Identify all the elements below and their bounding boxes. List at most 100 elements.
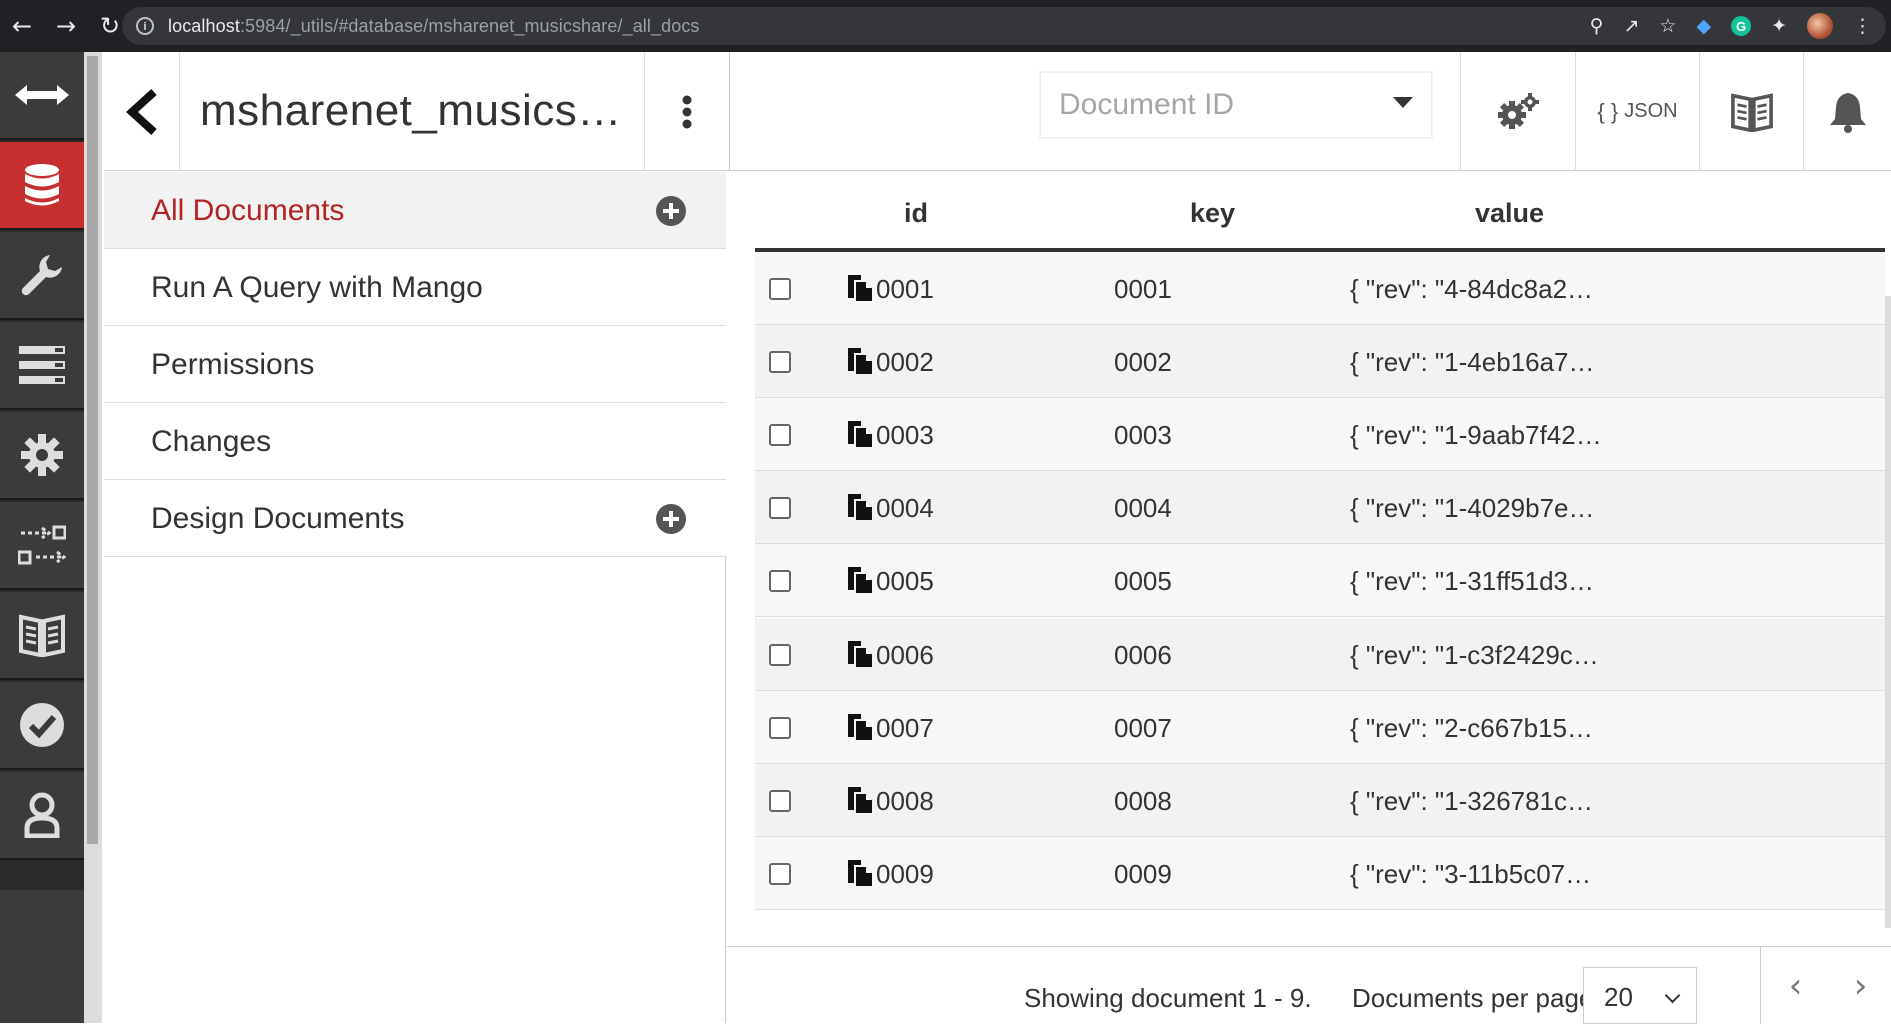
json-label: JSON bbox=[1624, 100, 1678, 122]
table-row[interactable]: 0007 0007 { "rev": "2-c667b15… bbox=[755, 691, 1885, 764]
table-row[interactable]: 0003 0003 { "rev": "1-9aab7f42… bbox=[755, 398, 1885, 471]
cell-id[interactable]: 0002 bbox=[876, 347, 934, 378]
cell-key: 0001 bbox=[1114, 274, 1172, 304]
cell-id[interactable]: 0008 bbox=[876, 786, 934, 817]
per-page-select[interactable]: 20 bbox=[1583, 967, 1697, 1024]
row-checkbox[interactable] bbox=[769, 644, 791, 666]
cell-key: 0004 bbox=[1114, 493, 1172, 523]
nav-replication[interactable] bbox=[0, 502, 84, 590]
collapse-nav-button[interactable] bbox=[0, 52, 84, 140]
grammarly-icon[interactable]: G bbox=[1731, 16, 1752, 36]
nav-databases[interactable] bbox=[0, 142, 84, 230]
per-page-value: 20 bbox=[1604, 982, 1633, 1012]
table-row[interactable]: 0002 0002 { "rev": "1-4eb16a7… bbox=[755, 325, 1885, 398]
zoom-icon[interactable]: ⚲ bbox=[1590, 15, 1604, 37]
docs-book-icon bbox=[1730, 92, 1773, 132]
column-header-id[interactable]: id bbox=[904, 198, 928, 229]
nav-verify[interactable] bbox=[0, 682, 84, 770]
caret-down-icon[interactable] bbox=[1393, 97, 1413, 108]
bookmark-star-icon[interactable]: ☆ bbox=[1659, 15, 1676, 37]
table-row[interactable]: 0008 0008 { "rev": "1-326781c… bbox=[755, 764, 1885, 837]
cell-value: { "rev": "1-4029b7e… bbox=[1350, 493, 1595, 523]
browser-menu-icon[interactable]: ⋮ bbox=[1853, 15, 1872, 37]
nav-documentation[interactable] bbox=[0, 592, 84, 680]
site-info-icon[interactable]: i bbox=[136, 17, 154, 35]
rail-scrollbar[interactable] bbox=[87, 56, 98, 844]
cell-value: { "rev": "3-11b5c07… bbox=[1350, 859, 1592, 889]
row-checkbox[interactable] bbox=[769, 351, 791, 373]
sidebar-item-label: All Documents bbox=[151, 194, 345, 227]
forward-arrow-icon[interactable]: → bbox=[44, 0, 88, 52]
copy-document-icon[interactable] bbox=[847, 786, 873, 814]
chevron-down-icon bbox=[1664, 987, 1681, 1004]
url-text[interactable]: localhost:5984/_utils/#database/msharene… bbox=[168, 16, 700, 37]
back-arrow-icon[interactable]: ← bbox=[0, 0, 44, 52]
row-checkbox[interactable] bbox=[769, 497, 791, 519]
table-row[interactable]: 0006 0006 { "rev": "1-c3f2429c… bbox=[755, 618, 1885, 691]
copy-document-icon[interactable] bbox=[847, 493, 873, 521]
profile-avatar[interactable] bbox=[1807, 13, 1833, 39]
sidebar-item-design-documents[interactable]: Design Documents bbox=[104, 480, 726, 557]
cell-id[interactable]: 0007 bbox=[876, 713, 934, 744]
sidebar-item-changes[interactable]: Changes bbox=[104, 403, 726, 480]
table-scrollbar[interactable] bbox=[1885, 296, 1891, 928]
api-docs-button[interactable] bbox=[1699, 52, 1803, 171]
copy-document-icon[interactable] bbox=[847, 274, 873, 302]
cell-id[interactable]: 0003 bbox=[876, 420, 934, 451]
nav-setup[interactable] bbox=[0, 232, 84, 320]
database-options-button[interactable] bbox=[644, 52, 730, 171]
document-id-dropdown[interactable] bbox=[1040, 72, 1432, 138]
column-header-value[interactable]: value bbox=[1475, 198, 1544, 229]
gears-icon bbox=[1498, 92, 1539, 129]
cell-id[interactable]: 0001 bbox=[876, 274, 934, 305]
cell-value: { "rev": "1-9aab7f42… bbox=[1350, 420, 1602, 450]
table-row[interactable]: 0004 0004 { "rev": "1-4029b7e… bbox=[755, 471, 1885, 544]
next-page-button[interactable]: › bbox=[1830, 947, 1891, 1024]
copy-document-icon[interactable] bbox=[847, 347, 873, 375]
row-checkbox[interactable] bbox=[769, 790, 791, 812]
nav-config[interactable] bbox=[0, 412, 84, 500]
nav-active-tasks[interactable] bbox=[0, 322, 84, 410]
json-braces: { } bbox=[1597, 98, 1619, 124]
column-header-key[interactable]: key bbox=[1190, 198, 1235, 229]
previous-page-button[interactable]: ‹ bbox=[1760, 947, 1830, 1024]
cell-key: 0009 bbox=[1114, 859, 1172, 889]
table-row[interactable]: 0009 0009 { "rev": "3-11b5c07… bbox=[755, 837, 1885, 910]
collapse-arrows-icon bbox=[15, 85, 69, 105]
sidebar-item-label: Changes bbox=[151, 425, 272, 458]
add-design-doc-icon[interactable] bbox=[656, 504, 686, 534]
json-view-button[interactable]: { } JSON bbox=[1575, 52, 1699, 171]
cell-id[interactable]: 0005 bbox=[876, 566, 934, 597]
row-checkbox[interactable] bbox=[769, 278, 791, 300]
sidebar-item-all-documents[interactable]: All Documents bbox=[104, 172, 726, 249]
table-settings-button[interactable] bbox=[1460, 52, 1575, 171]
document-id-input[interactable] bbox=[1059, 83, 1379, 127]
copy-document-icon[interactable] bbox=[847, 640, 873, 668]
extension-gem-icon[interactable]: ◆ bbox=[1696, 15, 1711, 37]
back-button[interactable] bbox=[104, 52, 180, 171]
row-checkbox[interactable] bbox=[769, 424, 791, 446]
add-document-icon[interactable] bbox=[656, 196, 686, 226]
cell-id[interactable]: 0004 bbox=[876, 493, 934, 524]
cell-id[interactable]: 0006 bbox=[876, 640, 934, 671]
row-checkbox[interactable] bbox=[769, 863, 791, 885]
share-icon[interactable]: ↗ bbox=[1623, 15, 1639, 37]
sidebar-item-mango-query[interactable]: Run A Query with Mango bbox=[104, 249, 726, 326]
table-row[interactable]: 0005 0005 { "rev": "1-31ff51d3… bbox=[755, 544, 1885, 617]
nav-user[interactable] bbox=[0, 772, 84, 860]
sidebar-item-permissions[interactable]: Permissions bbox=[104, 326, 726, 403]
cell-id[interactable]: 0009 bbox=[876, 859, 934, 890]
address-bar[interactable]: i localhost:5984/_utils/#database/mshare… bbox=[122, 7, 1886, 45]
chevron-left-icon bbox=[125, 88, 157, 135]
copy-document-icon[interactable] bbox=[847, 566, 873, 594]
row-checkbox[interactable] bbox=[769, 570, 791, 592]
notifications-button[interactable] bbox=[1803, 52, 1891, 171]
copy-document-icon[interactable] bbox=[847, 713, 873, 741]
table-row[interactable]: 0001 0001 { "rev": "4-84dc8a2… bbox=[755, 252, 1885, 325]
copy-document-icon[interactable] bbox=[847, 420, 873, 448]
cell-value: { "rev": "2-c667b15… bbox=[1350, 713, 1594, 743]
copy-document-icon[interactable] bbox=[847, 859, 873, 887]
extensions-puzzle-icon[interactable]: ✦ bbox=[1771, 15, 1787, 37]
row-checkbox[interactable] bbox=[769, 717, 791, 739]
cell-value: { "rev": "1-c3f2429c… bbox=[1350, 640, 1599, 670]
